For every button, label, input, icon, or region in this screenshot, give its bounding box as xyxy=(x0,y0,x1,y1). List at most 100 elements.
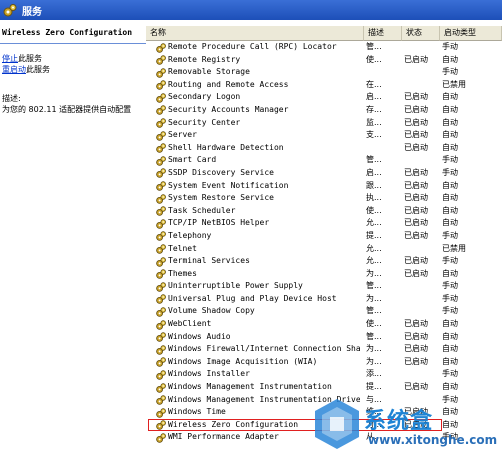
service-row[interactable]: Remote Procedure Call (RPC) Locator 管... 手… xyxy=(146,41,502,54)
service-status xyxy=(404,66,438,79)
service-name: Security Center xyxy=(168,117,241,127)
service-status: 已启动 xyxy=(404,180,428,190)
service-gear-icon xyxy=(156,382,166,393)
service-row[interactable]: Smart Card 管... 手动 xyxy=(146,154,502,167)
service-row[interactable]: Themes 为... 已启动 自动 xyxy=(146,268,502,281)
service-row[interactable]: Security Center 监... 已启动 自动 xyxy=(146,117,502,130)
service-startup-type: 手动 xyxy=(442,230,458,240)
stop-service-suffix: 此服务 xyxy=(18,54,42,63)
service-name: Routing and Remote Access xyxy=(168,79,289,89)
service-startup-type: 自动 xyxy=(442,382,458,392)
service-description: 管... xyxy=(366,281,382,291)
service-gear-icon xyxy=(156,433,166,443)
service-name: Task Scheduler xyxy=(168,205,236,215)
service-row[interactable]: Volume Shadow Copy 管... 手动 xyxy=(146,305,502,318)
service-name: Telnet xyxy=(168,243,197,253)
service-description: 允... xyxy=(366,218,382,228)
service-startup-type: 手动 xyxy=(442,293,458,303)
service-gear-icon xyxy=(156,370,166,380)
service-startup-type: 手动 xyxy=(442,155,458,165)
service-row[interactable]: TCP/IP NetBIOS Helper 允... 已启动 自动 xyxy=(146,217,502,230)
service-row[interactable]: SSDP Discovery Service 启... 已启动 手动 xyxy=(146,167,502,180)
service-row[interactable]: Routing and Remote Access 在... 已禁用 xyxy=(146,79,502,92)
service-gear-icon xyxy=(156,168,166,179)
service-status: 已启动 xyxy=(404,344,428,354)
service-row[interactable]: Universal Plug and Play Device Host 为... 手… xyxy=(146,293,502,306)
service-row[interactable]: Telnet 允... 已禁用 xyxy=(146,243,502,256)
service-gear-icon xyxy=(156,282,166,292)
service-startup-type: 手动 xyxy=(442,67,458,77)
service-description: 为... xyxy=(366,293,382,303)
service-gear-icon xyxy=(156,193,166,204)
service-description: 允... xyxy=(366,243,382,253)
stop-service-action: 停止此服务 xyxy=(2,53,42,64)
service-description: 监... xyxy=(366,117,382,127)
service-gear-icon xyxy=(156,256,166,267)
service-status xyxy=(404,280,438,293)
service-name: WebClient xyxy=(168,319,212,329)
selected-service-name: Wireless Zero Configuration xyxy=(2,28,133,37)
service-row[interactable]: Task Scheduler 使... 已启动 自动 xyxy=(146,205,502,218)
service-description: 启... xyxy=(366,92,382,102)
service-row[interactable]: System Event Notification 跟... 已启动 自动 xyxy=(146,180,502,193)
service-row[interactable]: Terminal Services 允... 已启动 手动 xyxy=(146,255,502,268)
service-gear-icon xyxy=(156,294,166,305)
service-status: 已启动 xyxy=(404,218,428,228)
service-row[interactable]: Remote Registry 使... 已启动 自动 xyxy=(146,54,502,67)
service-startup-type: 自动 xyxy=(442,344,458,354)
service-name: Remote Procedure Call (RPC) Locator xyxy=(168,42,337,51)
service-gear-icon xyxy=(156,345,166,355)
service-name: Windows Installer xyxy=(168,369,250,379)
service-row[interactable]: Windows Audio 管... 已启动 自动 xyxy=(146,331,502,344)
column-header-startup-type[interactable]: 启动类型 xyxy=(440,26,502,41)
service-status: 已启动 xyxy=(404,193,428,203)
service-status xyxy=(404,305,438,318)
service-startup-type: 手动 xyxy=(442,306,458,316)
service-row[interactable]: Removable Storage 手动 xyxy=(146,66,502,79)
restart-service-action: 重启动此服务 xyxy=(2,64,50,75)
column-header-status[interactable]: 状态 xyxy=(402,26,440,41)
service-status: 已启动 xyxy=(404,142,428,152)
services-list[interactable]: 名称 描述 状态 启动类型 Remote Procedure Call (RPC… xyxy=(146,20,502,460)
restart-service-suffix: 此服务 xyxy=(26,65,50,74)
service-row[interactable]: Windows Installer 添... 手动 xyxy=(146,368,502,381)
service-gear-icon xyxy=(156,408,166,418)
service-name: Universal Plug and Play Device Host xyxy=(168,293,337,303)
service-gear-icon xyxy=(156,357,166,368)
service-row[interactable]: System Restore Service 执... 已启动 自动 xyxy=(146,192,502,205)
service-startup-type: 手动 xyxy=(442,369,458,379)
column-header-description[interactable]: 描述 xyxy=(364,26,402,41)
service-description: 添... xyxy=(366,369,382,379)
service-row[interactable]: WebClient 使... 已启动 自动 xyxy=(146,318,502,331)
service-gear-icon xyxy=(156,307,166,317)
service-gear-icon xyxy=(156,80,166,91)
watermark: 系统盒 www.xitonghe.com xyxy=(312,395,502,457)
service-startup-type: 手动 xyxy=(442,42,458,51)
service-row[interactable]: Shell Hardware Detection 已启动 自动 xyxy=(146,142,502,155)
service-name: Remote Registry xyxy=(168,54,241,64)
service-startup-type: 自动 xyxy=(442,268,458,278)
stop-service-link[interactable]: 停止 xyxy=(2,54,18,63)
service-row[interactable]: Windows Management Instrumentation 提... 已启… xyxy=(146,381,502,394)
service-row[interactable]: Uninterruptible Power Supply 管... 手动 xyxy=(146,280,502,293)
service-description xyxy=(366,142,402,155)
description-text: 为您的 802.11 适配器提供自动配置 xyxy=(2,105,132,114)
service-row[interactable]: Windows Image Acquisition (WIA) 为... 已启动 自动 xyxy=(146,356,502,369)
service-startup-type: 自动 xyxy=(442,356,458,366)
service-status: 已启动 xyxy=(404,104,428,114)
window-titlebar: 服务 xyxy=(0,0,502,20)
service-gear-icon xyxy=(156,332,166,342)
restart-service-link[interactable]: 重启动 xyxy=(2,65,26,74)
service-row[interactable]: Telephony 提... 已启动 手动 xyxy=(146,230,502,243)
column-header-name[interactable]: 名称 xyxy=(146,26,364,41)
service-name: Smart Card xyxy=(168,155,217,165)
service-row[interactable]: Secondary Logon 启... 已启动 自动 xyxy=(146,91,502,104)
service-description xyxy=(366,66,402,79)
service-row[interactable]: Windows Firewall/Internet Connection Sha… xyxy=(146,343,502,356)
service-name: Shell Hardware Detection xyxy=(168,142,284,152)
services-gear-icon xyxy=(3,4,17,17)
service-row[interactable]: Server 支... 已启动 自动 xyxy=(146,129,502,142)
service-row[interactable]: Security Accounts Manager 存... 已启动 自动 xyxy=(146,104,502,117)
watermark-logo-text: 系统盒 xyxy=(364,409,434,434)
service-description: 为... xyxy=(366,268,382,278)
